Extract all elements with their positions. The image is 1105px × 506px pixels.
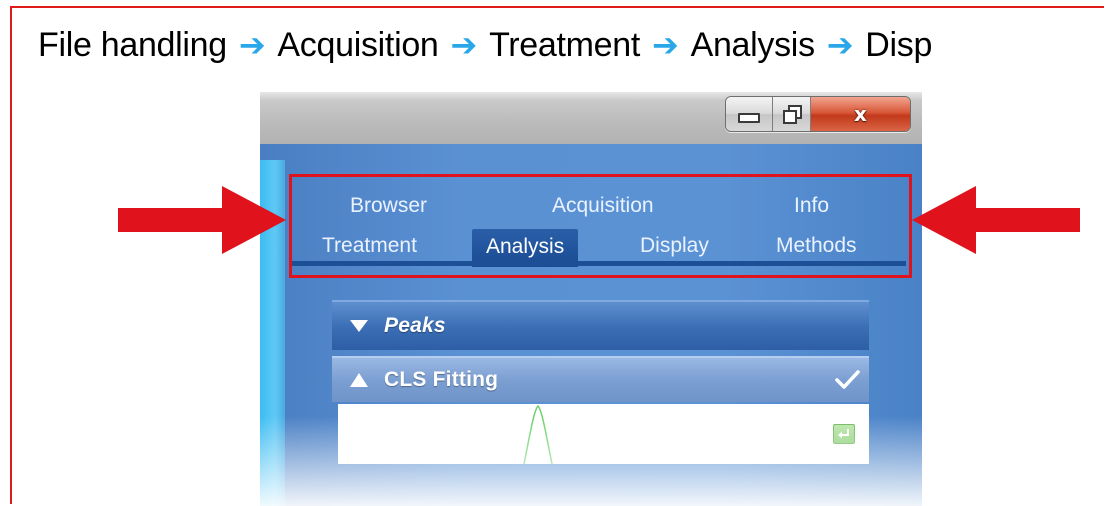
- arrow-right-icon: ➔: [652, 26, 679, 63]
- tab-row-2: Treatment Analysis Display Methods: [292, 226, 906, 267]
- app-body: Browser Acquisition Info Treatment Analy…: [260, 144, 922, 506]
- minimize-icon: [738, 113, 760, 123]
- workflow-step-display: Disp: [865, 26, 933, 64]
- close-icon: x: [854, 102, 867, 126]
- arrow-right-icon: ➔: [238, 26, 266, 63]
- workflow-step-treatment: Treatment: [489, 26, 641, 64]
- restore-icon: [782, 105, 802, 124]
- workflow-step-acquisition: Acquisition: [277, 26, 439, 64]
- collapsed-triangle-icon: [350, 373, 368, 387]
- panel-peaks-header[interactable]: Peaks: [332, 300, 869, 350]
- arrow-right-icon: ➔: [450, 26, 478, 63]
- app-window: x Browser Acquisition Info Treatment Ana…: [260, 92, 922, 506]
- restore-button[interactable]: [773, 97, 811, 131]
- tab-treatment[interactable]: Treatment: [322, 232, 417, 260]
- arrow-right-icon: [118, 186, 286, 254]
- tab-bar-underline: [292, 261, 906, 266]
- arrow-right-icon: ➔: [826, 26, 854, 63]
- tab-display[interactable]: Display: [640, 232, 709, 260]
- arrow-left-icon: [912, 186, 1080, 254]
- expanded-triangle-icon: [350, 319, 368, 333]
- workflow-step-analysis: Analysis: [690, 26, 816, 64]
- tab-info[interactable]: Info: [794, 192, 829, 220]
- plot-curve: [523, 404, 553, 464]
- panel-peaks-label: Peaks: [384, 314, 446, 337]
- plot-area: [338, 404, 869, 464]
- tab-row-1: Browser Acquisition Info: [292, 184, 906, 226]
- tab-acquisition[interactable]: Acquisition: [552, 192, 654, 220]
- close-button[interactable]: x: [811, 97, 910, 131]
- minimize-button[interactable]: [726, 97, 773, 131]
- window-titlebar: x: [260, 92, 922, 144]
- panel-cls-fitting-header[interactable]: CLS Fitting: [332, 356, 869, 402]
- tab-methods[interactable]: Methods: [776, 232, 857, 260]
- panel-cls-fitting-label: CLS Fitting: [384, 368, 499, 391]
- enter-icon[interactable]: [833, 424, 855, 444]
- workflow-title: File handling ➔ Acquisition ➔ Treatment …: [38, 26, 932, 65]
- checkmark-icon: [833, 366, 861, 394]
- tab-browser[interactable]: Browser: [350, 192, 427, 220]
- window-controls: x: [725, 96, 911, 132]
- workflow-step-file-handling: File handling: [38, 26, 227, 64]
- slide: File handling ➔ Acquisition ➔ Treatment …: [0, 0, 1105, 506]
